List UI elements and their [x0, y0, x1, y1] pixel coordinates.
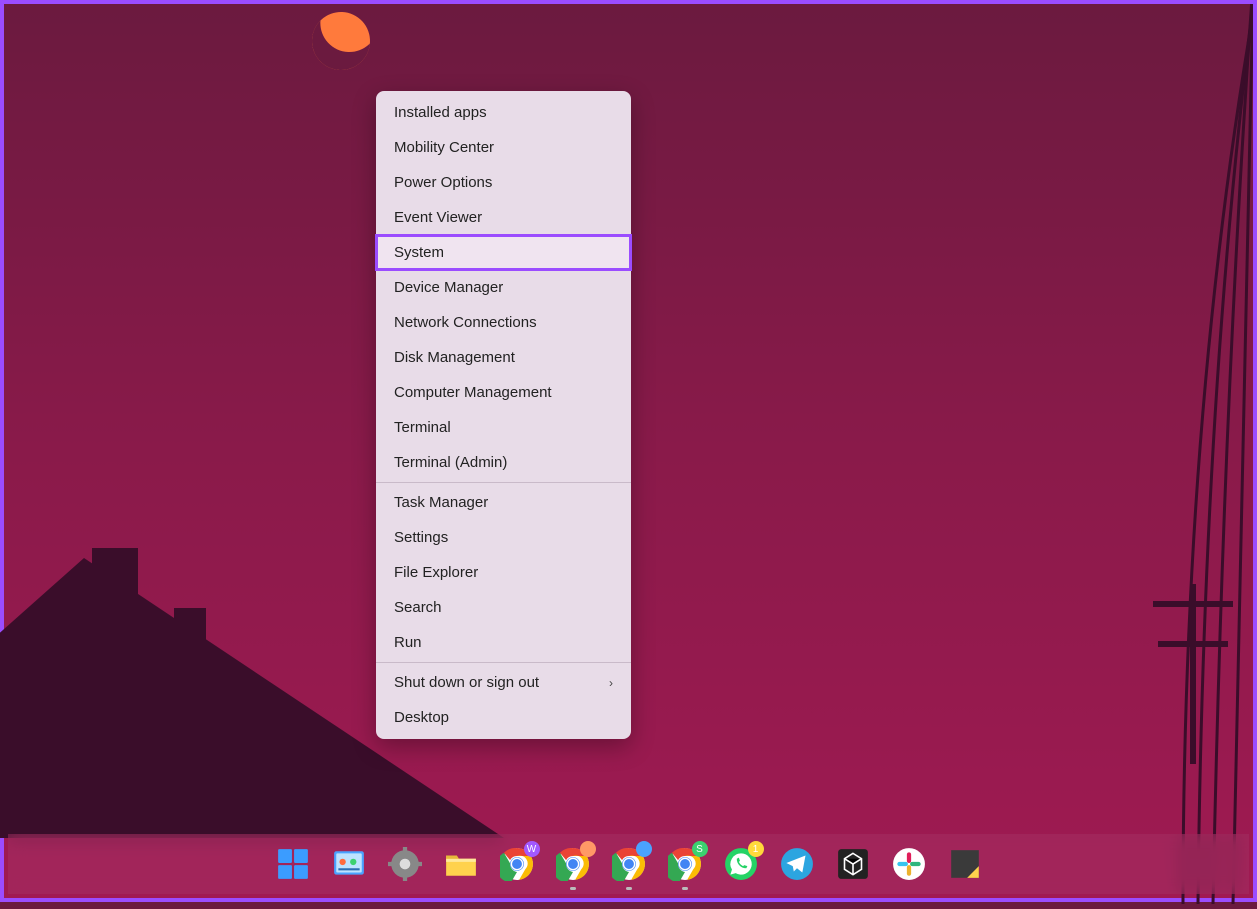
- menu-item-label: Terminal (Admin): [394, 454, 507, 471]
- menu-item-label: Mobility Center: [394, 139, 494, 156]
- menu-separator: [376, 482, 631, 483]
- winx-context-menu: Installed apps Mobility Center Power Optio…: [376, 91, 631, 739]
- menu-item-file-explorer[interactable]: File Explorer: [376, 555, 631, 590]
- menu-item-label: Installed apps: [394, 104, 487, 121]
- menu-item-task-manager[interactable]: Task Manager: [376, 485, 631, 520]
- menu-item-disk-management[interactable]: Disk Management: [376, 340, 631, 375]
- menu-item-label: Run: [394, 634, 422, 651]
- sticky-notes-icon[interactable]: [948, 847, 982, 881]
- menu-item-label: Search: [394, 599, 442, 616]
- menu-item-label: Computer Management: [394, 384, 552, 401]
- menu-item-label: Disk Management: [394, 349, 515, 366]
- wallpaper-chimney: [174, 608, 206, 678]
- menu-item-power-options[interactable]: Power Options: [376, 165, 631, 200]
- running-indicator: [682, 887, 688, 890]
- chrome-icon[interactable]: [556, 847, 590, 881]
- menu-item-label: Event Viewer: [394, 209, 482, 226]
- telegram-icon[interactable]: [780, 847, 814, 881]
- menu-item-label: Power Options: [394, 174, 492, 191]
- menu-item-installed-apps[interactable]: Installed apps: [376, 95, 631, 130]
- badge: W: [524, 841, 540, 857]
- menu-item-label: Settings: [394, 529, 448, 546]
- running-indicator: [626, 887, 632, 890]
- taskbar: WS1: [8, 834, 1249, 894]
- whatsapp-icon[interactable]: 1: [724, 847, 758, 881]
- menu-item-event-viewer[interactable]: Event Viewer: [376, 200, 631, 235]
- menu-item-computer-management[interactable]: Computer Management: [376, 375, 631, 410]
- menu-item-desktop[interactable]: Desktop: [376, 700, 631, 735]
- settings-icon[interactable]: [388, 847, 422, 881]
- control-panel-icon[interactable]: [332, 847, 366, 881]
- menu-item-search[interactable]: Search: [376, 590, 631, 625]
- badge: 1: [748, 841, 764, 857]
- menu-separator: [376, 662, 631, 663]
- file-explorer-icon[interactable]: [444, 847, 478, 881]
- menu-item-terminal-admin[interactable]: Terminal (Admin): [376, 445, 631, 480]
- menu-item-label: Task Manager: [394, 494, 488, 511]
- menu-item-label: Network Connections: [394, 314, 537, 331]
- menu-item-run[interactable]: Run: [376, 625, 631, 660]
- slack-icon[interactable]: [892, 847, 926, 881]
- menu-item-label: Shut down or sign out: [394, 674, 539, 691]
- menu-item-terminal[interactable]: Terminal: [376, 410, 631, 445]
- menu-item-label: Device Manager: [394, 279, 503, 296]
- menu-item-label: Desktop: [394, 709, 449, 726]
- wallpaper-moon: [304, 4, 378, 78]
- badge: [636, 841, 652, 857]
- chrome-icon[interactable]: [612, 847, 646, 881]
- menu-item-system[interactable]: System: [376, 235, 631, 270]
- wallpaper-wires: [853, 4, 1253, 904]
- chrome-icon[interactable]: W: [500, 847, 534, 881]
- menu-item-shut-down[interactable]: Shut down or sign out ›: [376, 665, 631, 700]
- badge: [580, 841, 596, 857]
- menu-item-settings[interactable]: Settings: [376, 520, 631, 555]
- running-indicator: [570, 887, 576, 890]
- menu-item-network-connections[interactable]: Network Connections: [376, 305, 631, 340]
- menu-item-label: System: [394, 244, 444, 261]
- wallpaper-chimney: [92, 548, 138, 638]
- menu-item-device-manager[interactable]: Device Manager: [376, 270, 631, 305]
- badge: S: [692, 841, 708, 857]
- start-button[interactable]: [276, 847, 310, 881]
- menu-item-label: Terminal: [394, 419, 451, 436]
- chevron-right-icon: ›: [609, 676, 613, 690]
- chrome-icon[interactable]: S: [668, 847, 702, 881]
- menu-item-label: File Explorer: [394, 564, 478, 581]
- menu-item-mobility-center[interactable]: Mobility Center: [376, 130, 631, 165]
- cube-icon[interactable]: [836, 847, 870, 881]
